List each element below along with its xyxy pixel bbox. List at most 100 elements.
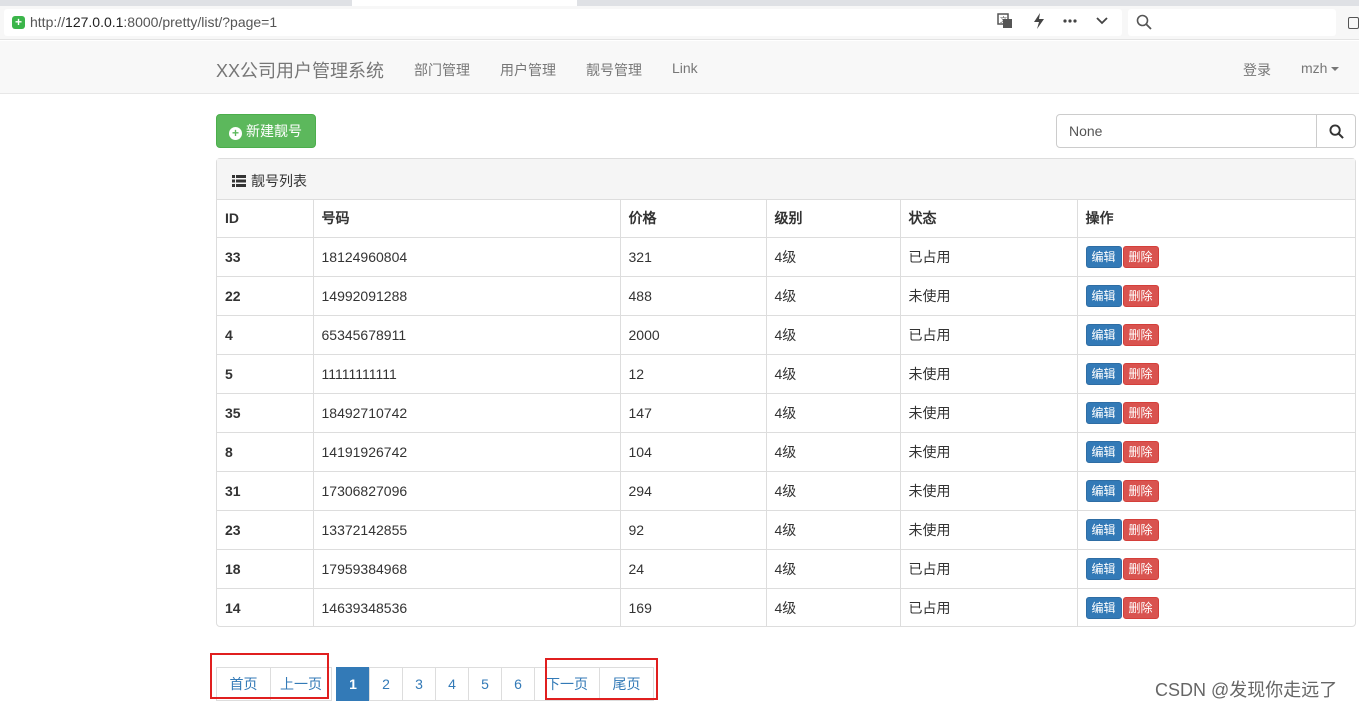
edit-button[interactable]: 编辑 bbox=[1085, 362, 1122, 385]
cell-level: 4级 bbox=[766, 236, 901, 276]
cell-price: 294 bbox=[620, 470, 767, 510]
chevron-down-icon[interactable] bbox=[1093, 13, 1111, 29]
page-number[interactable]: 2 bbox=[369, 667, 403, 701]
nav-department[interactable]: 部门管理 bbox=[414, 60, 470, 80]
cell-status: 已占用 bbox=[900, 314, 1078, 354]
translate-icon[interactable]: 文 bbox=[996, 13, 1014, 29]
cell-status: 未使用 bbox=[900, 470, 1078, 510]
edit-button[interactable]: 编辑 bbox=[1085, 323, 1122, 346]
url-field[interactable]: + http://127.0.0.1:8000/pretty/list/?pag… bbox=[4, 9, 1122, 36]
delete-button[interactable]: 删除 bbox=[1122, 401, 1159, 424]
nav-login[interactable]: 登录 bbox=[1243, 60, 1271, 80]
table-row: 5 11111111111 12 4级 未使用 编辑 删除 bbox=[217, 353, 1355, 393]
header-mobile: 号码 bbox=[313, 200, 621, 237]
cell-mobile: 14992091288 bbox=[313, 275, 621, 315]
user-name: mzh bbox=[1301, 60, 1328, 76]
navbar-brand[interactable]: XX公司用户管理系统 bbox=[216, 57, 384, 83]
table-row: 14 14639348536 169 4级 已占用 编辑 删除 bbox=[217, 587, 1355, 627]
cell-price: 488 bbox=[620, 275, 767, 315]
nav-pretty-numbers[interactable]: 靓号管理 bbox=[586, 60, 642, 80]
table-row: 18 17959384968 24 4级 已占用 编辑 删除 bbox=[217, 548, 1355, 588]
sidebar-toggle-icon[interactable] bbox=[1348, 17, 1359, 29]
page-number-current[interactable]: 1 bbox=[336, 667, 370, 701]
cell-actions: 编辑 删除 bbox=[1077, 587, 1355, 627]
header-id: ID bbox=[217, 200, 314, 237]
cell-level: 4级 bbox=[766, 275, 901, 315]
delete-button[interactable]: 删除 bbox=[1122, 518, 1159, 541]
edit-button[interactable]: 编辑 bbox=[1085, 479, 1122, 502]
watermark: CSDN @发现你走远了 bbox=[1155, 680, 1338, 700]
edit-button[interactable]: 编辑 bbox=[1085, 401, 1122, 424]
cell-status: 未使用 bbox=[900, 353, 1078, 393]
browser-search-field[interactable] bbox=[1128, 9, 1336, 36]
cell-status: 未使用 bbox=[900, 392, 1078, 432]
header-price: 价格 bbox=[620, 200, 767, 237]
cell-id: 33 bbox=[217, 236, 314, 276]
cell-price: 2000 bbox=[620, 314, 767, 354]
search-icon bbox=[1136, 14, 1152, 30]
lightning-icon[interactable] bbox=[1030, 13, 1048, 29]
cell-actions: 编辑 删除 bbox=[1077, 509, 1355, 549]
cell-level: 4级 bbox=[766, 353, 901, 393]
cell-mobile: 14191926742 bbox=[313, 431, 621, 471]
cell-id: 8 bbox=[217, 431, 314, 471]
cell-actions: 编辑 删除 bbox=[1077, 236, 1355, 276]
page-number[interactable]: 4 bbox=[435, 667, 469, 701]
delete-button[interactable]: 删除 bbox=[1122, 596, 1159, 619]
edit-button[interactable]: 编辑 bbox=[1085, 245, 1122, 268]
edit-button[interactable]: 编辑 bbox=[1085, 557, 1122, 580]
pretty-number-table: ID 号码 价格 级别 状态 操作 33 18124960804 321 4级 已占用编… bbox=[217, 200, 1355, 627]
cell-id: 23 bbox=[217, 509, 314, 549]
cell-mobile: 17959384968 bbox=[313, 548, 621, 588]
cell-status: 已占用 bbox=[900, 587, 1078, 627]
cell-mobile: 13372142855 bbox=[313, 509, 621, 549]
cell-mobile: 18492710742 bbox=[313, 392, 621, 432]
cell-actions: 编辑 删除 bbox=[1077, 353, 1355, 393]
edit-button[interactable]: 编辑 bbox=[1085, 440, 1122, 463]
delete-button[interactable]: 删除 bbox=[1122, 245, 1159, 268]
secure-shield-icon: + bbox=[12, 16, 25, 29]
cell-level: 4级 bbox=[766, 392, 901, 432]
panel-title: 靓号列表 bbox=[251, 173, 307, 189]
panel-heading: 靓号列表 bbox=[217, 159, 1355, 200]
cell-level: 4级 bbox=[766, 587, 901, 627]
nav-link[interactable]: Link bbox=[672, 60, 698, 76]
list-icon bbox=[232, 174, 246, 187]
edit-button[interactable]: 编辑 bbox=[1085, 518, 1122, 541]
page-number[interactable]: 5 bbox=[468, 667, 502, 701]
more-options-icon[interactable] bbox=[1061, 13, 1079, 29]
table-header-row: ID 号码 价格 级别 状态 操作 bbox=[217, 200, 1355, 237]
user-menu[interactable]: mzh bbox=[1301, 60, 1340, 76]
cell-mobile: 17306827096 bbox=[313, 470, 621, 510]
table-row: 4 65345678911 2000 4级 已占用 编辑 删除 bbox=[217, 314, 1355, 354]
page-number[interactable]: 6 bbox=[501, 667, 535, 701]
search-input[interactable] bbox=[1056, 114, 1317, 148]
cell-price: 321 bbox=[620, 236, 767, 276]
cell-price: 104 bbox=[620, 431, 767, 471]
edit-button[interactable]: 编辑 bbox=[1085, 284, 1122, 307]
delete-button[interactable]: 删除 bbox=[1122, 284, 1159, 307]
delete-button[interactable]: 删除 bbox=[1122, 440, 1159, 463]
cell-status: 未使用 bbox=[900, 509, 1078, 549]
new-pretty-number-button[interactable]: + 新建靓号 bbox=[216, 114, 316, 148]
cell-id: 5 bbox=[217, 353, 314, 393]
top-navbar: XX公司用户管理系统 部门管理 用户管理 靓号管理 Link 登录 mzh bbox=[0, 41, 1359, 94]
cell-level: 4级 bbox=[766, 548, 901, 588]
page-number[interactable]: 3 bbox=[402, 667, 436, 701]
delete-button[interactable]: 删除 bbox=[1122, 479, 1159, 502]
cell-id: 22 bbox=[217, 275, 314, 315]
delete-button[interactable]: 删除 bbox=[1122, 557, 1159, 580]
nav-users[interactable]: 用户管理 bbox=[500, 60, 556, 80]
table-row: 35 18492710742 147 4级 未使用 编辑 删除 bbox=[217, 392, 1355, 432]
search-button[interactable] bbox=[1316, 114, 1356, 148]
delete-button[interactable]: 删除 bbox=[1122, 362, 1159, 385]
table-row: 23 13372142855 92 4级 未使用 编辑 删除 bbox=[217, 509, 1355, 549]
delete-button[interactable]: 删除 bbox=[1122, 323, 1159, 346]
cell-mobile: 18124960804 bbox=[313, 236, 621, 276]
search-icon bbox=[1329, 124, 1344, 139]
table-row: 31 17306827096 294 4级 未使用 编辑 删除 bbox=[217, 470, 1355, 510]
highlight-box-next-last bbox=[545, 658, 658, 700]
cell-id: 31 bbox=[217, 470, 314, 510]
header-level: 级别 bbox=[766, 200, 901, 237]
edit-button[interactable]: 编辑 bbox=[1085, 596, 1122, 619]
